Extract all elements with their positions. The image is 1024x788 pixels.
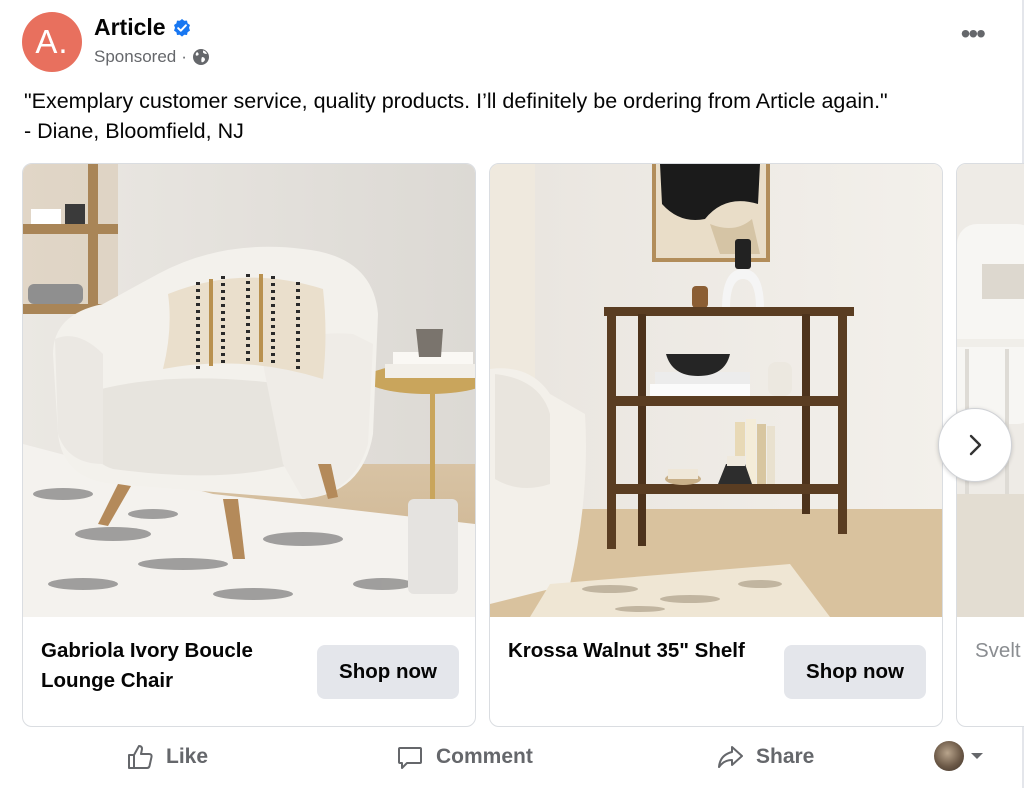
page-avatar[interactable]: A. [22, 12, 82, 72]
caret-down-icon [971, 753, 983, 759]
chevron-right-icon [969, 434, 982, 456]
post-attribution: - Diane, Bloomfield, NJ [24, 119, 244, 143]
carousel-card-1[interactable]: Gabriola Ivory Boucle Lounge Chair Shop … [22, 163, 476, 727]
post-actions: Like Comment Share [0, 735, 1024, 779]
comment-button[interactable]: Comment [396, 735, 533, 779]
product-carousel: Gabriola Ivory Boucle Lounge Chair Shop … [22, 163, 1024, 727]
avatar-initial: A. [35, 23, 69, 60]
comment-label: Comment [436, 745, 533, 768]
card-title[interactable]: Krossa Walnut 35" Shelf [508, 636, 768, 666]
user-avatar [934, 741, 964, 771]
meta-separator: · [181, 47, 187, 66]
share-button[interactable]: Share [716, 735, 814, 779]
page-name[interactable]: Article [94, 14, 166, 41]
verified-badge-icon [173, 18, 190, 37]
product-image-lounge-chair[interactable] [23, 164, 475, 617]
like-button[interactable]: Like [126, 735, 208, 779]
sponsored-label[interactable]: Sponsored [94, 47, 176, 67]
post-meta: Sponsored · [94, 47, 210, 67]
post-quote: "Exemplary customer service, quality pro… [24, 89, 888, 113]
shop-now-button[interactable]: Shop now [317, 645, 459, 699]
page-name-row[interactable]: Article [94, 14, 192, 41]
card-title[interactable]: Gabriola Ivory Boucle Lounge Chair [41, 636, 301, 696]
carousel-next-button[interactable] [938, 408, 1012, 482]
post-text: "Exemplary customer service, quality pro… [24, 86, 1014, 146]
thumbs-up-icon [128, 745, 153, 769]
product-image-dining[interactable] [957, 164, 1024, 617]
share-label: Share [756, 745, 815, 768]
more-options-icon[interactable]: ••• [961, 20, 986, 48]
comment-icon [398, 747, 422, 769]
carousel-card-2[interactable]: Krossa Walnut 35" Shelf Shop now [489, 163, 943, 727]
globe-icon[interactable] [192, 48, 210, 66]
reaction-profile-selector[interactable] [934, 741, 984, 771]
share-icon [718, 746, 743, 768]
product-image-walnut-shelf[interactable] [490, 164, 942, 617]
like-label: Like [166, 745, 209, 768]
shop-now-button[interactable]: Shop now [784, 645, 926, 699]
card-title-partial[interactable]: Svelt Dinin [975, 636, 1024, 666]
